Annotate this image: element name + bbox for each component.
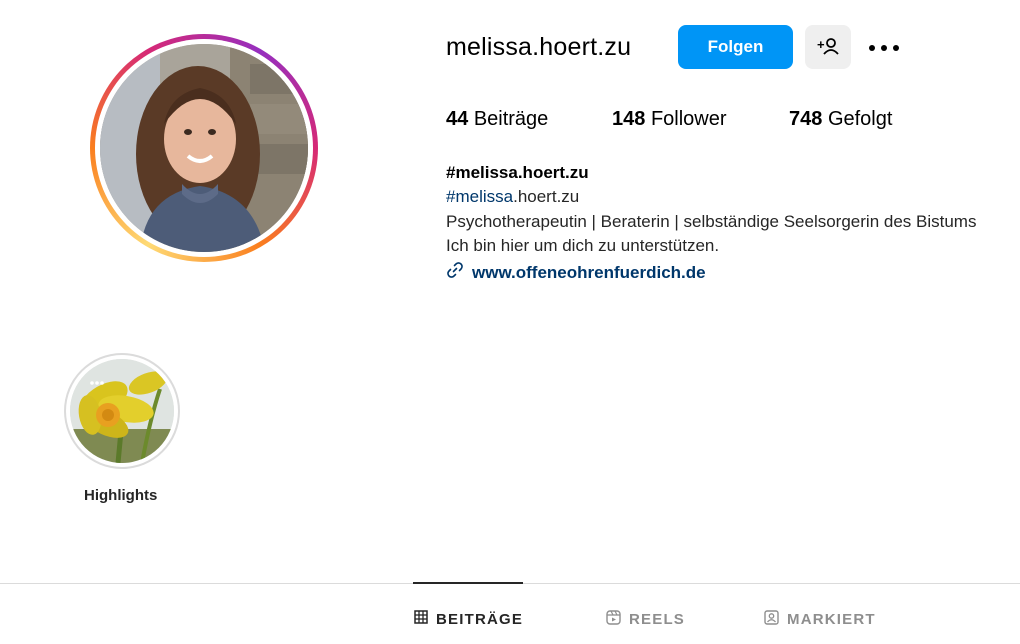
highlight-label: Highlights [84, 487, 158, 504]
active-tab-indicator [413, 582, 523, 584]
add-user-icon: + [817, 37, 839, 58]
tab-posts[interactable]: BEITRÄGE [414, 610, 523, 628]
svg-text:+: + [817, 37, 825, 52]
grid-icon [414, 610, 428, 628]
tab-tagged-label: MARKIERT [787, 611, 876, 628]
tagged-icon [764, 610, 779, 629]
more-options-icon [868, 40, 900, 55]
profile-username: melissa.hoert.zu [446, 33, 632, 61]
tab-tagged[interactable]: MARKIERT [764, 610, 876, 629]
posts-count: 44 [446, 108, 469, 130]
follow-button[interactable]: Folgen [678, 25, 793, 69]
following-stat[interactable]: 748 Gefolgt [789, 108, 892, 131]
followers-count: 148 [612, 108, 646, 130]
followers-stat[interactable]: 148 Follower [612, 108, 727, 131]
bio-hashtag-line: #melissa.hoert.zu [446, 187, 579, 207]
bio-line-1: Psychotherapeutin | Beraterin | selbstän… [446, 212, 977, 231]
highlight-cover [70, 359, 174, 463]
posts-stat: 44 Beiträge [446, 108, 548, 131]
avatar-photo [100, 44, 308, 252]
tab-reels[interactable]: REELS [606, 610, 685, 629]
bio-link-text: www.offeneohrenfuerdich.de [472, 262, 706, 282]
following-count: 748 [789, 108, 823, 130]
bio-hashtag-link[interactable]: #melissa [446, 187, 513, 206]
link-icon [446, 261, 464, 284]
avatar-photo-illustration [100, 44, 308, 252]
posts-label: Beiträge [473, 108, 549, 130]
daffodil-image [70, 359, 174, 463]
suggested-users-button[interactable]: + [805, 25, 851, 69]
reels-icon [606, 610, 621, 629]
tab-posts-label: BEITRÄGE [436, 610, 524, 628]
profile-avatar[interactable] [90, 34, 318, 262]
highlight-item[interactable] [64, 353, 180, 469]
bio-name: #melissa.hoert.zu [446, 163, 589, 182]
followers-label: Follower [650, 108, 727, 130]
options-button[interactable] [864, 30, 904, 64]
following-label: Gefolgt [827, 108, 893, 130]
bio-line-2: Ich bin hier um dich zu unterstützen. [446, 236, 720, 255]
bio-hashtag-rest: .hoert.zu [513, 187, 580, 206]
tab-reels-label: REELS [629, 611, 686, 628]
bio-website-link[interactable]: www.offeneohrenfuerdich.de [446, 261, 706, 284]
